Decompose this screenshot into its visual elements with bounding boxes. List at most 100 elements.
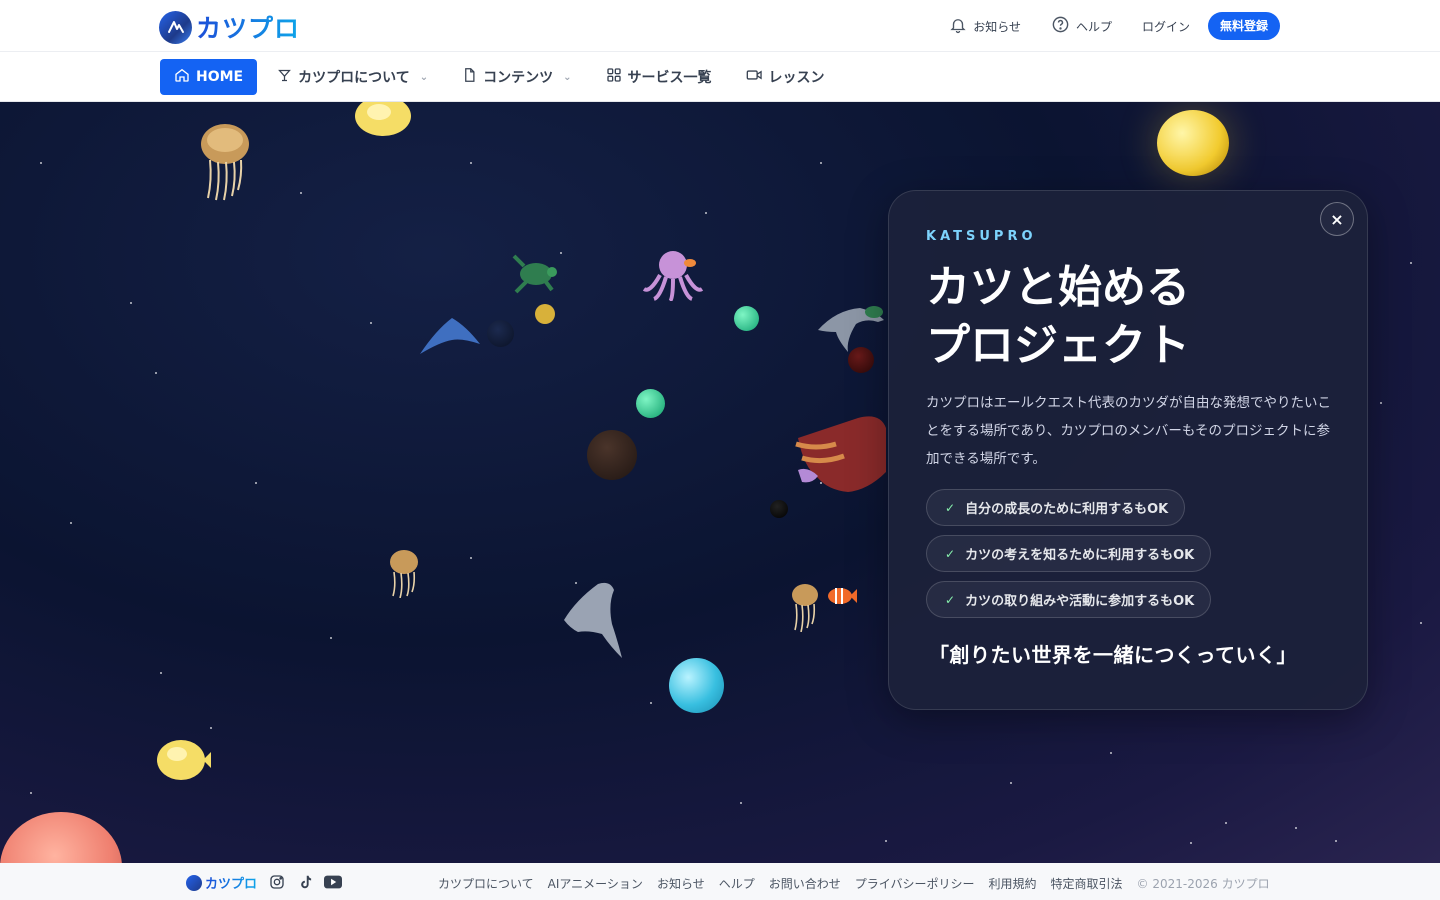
nav-item-about[interactable]: カツプロについて ⌄	[263, 59, 442, 95]
footer-link-contact[interactable]: お問い合わせ	[769, 875, 841, 892]
logo-mark-icon	[186, 874, 202, 891]
chevron-down-icon: ⌄	[563, 71, 572, 83]
cocktail-icon	[277, 68, 292, 87]
bell-icon	[949, 16, 967, 37]
blue-bubble	[669, 658, 724, 713]
star	[470, 162, 472, 164]
pufferfish	[533, 302, 557, 330]
benefit-label: カツの取り組みや活動に参加するもOK	[965, 594, 1195, 609]
green-bubble	[734, 306, 759, 331]
youtube-icon[interactable]	[324, 874, 342, 890]
benefit-pill: ✓ 自分の成長のために利用するもOK	[926, 489, 1186, 526]
help-link[interactable]: ヘルプ	[1051, 15, 1112, 37]
coral-creature	[788, 398, 888, 502]
instagram-icon[interactable]	[268, 874, 286, 890]
intro-card: × KATSUPRO カツと始める プロジェクト カツプロはエールクエスト代表の…	[888, 190, 1368, 710]
octopus	[640, 249, 706, 305]
yellow-bubble	[1157, 110, 1229, 176]
jellyfish	[198, 120, 252, 206]
footer-logo-text: カツプロ	[205, 873, 257, 892]
top-header: カツプロ お知らせ ヘルプ ログイン 無料登録	[0, 0, 1440, 52]
star	[820, 162, 822, 164]
hero-ocean-scene: × KATSUPRO カツと始める プロジェクト カツプロはエールクエスト代表の…	[0, 102, 1440, 863]
footer-link-ai-animation[interactable]: AIアニメーション	[548, 875, 643, 892]
nav-item-lessons[interactable]: レッスン	[732, 59, 839, 95]
card-title-line2: プロジェクト	[926, 320, 1190, 371]
star	[1380, 402, 1382, 404]
footer-logo[interactable]: カツプロ	[186, 873, 257, 892]
site-logo[interactable]: カツプロ	[159, 9, 300, 45]
jellyfish	[790, 582, 820, 636]
dark-bubble	[487, 320, 514, 347]
footer-links: カツプロについて AIアニメーション お知らせ ヘルプ お問い合わせ プライバシ…	[438, 875, 1270, 892]
check-icon: ✓	[945, 500, 956, 515]
star	[30, 792, 32, 794]
footer-link-news[interactable]: お知らせ	[657, 875, 705, 892]
star	[650, 702, 652, 704]
register-button[interactable]: 無料登録	[1207, 12, 1280, 40]
nav-item-label: サービス一覧	[627, 70, 712, 86]
close-button[interactable]: ×	[1320, 202, 1354, 236]
star	[370, 322, 372, 324]
star	[1335, 840, 1337, 842]
login-link[interactable]: ログイン	[1142, 18, 1190, 35]
nav-item-contents[interactable]: コンテンツ ⌄	[448, 59, 585, 95]
benefit-pill: ✓ カツの考えを知るために利用するもOK	[926, 535, 1212, 572]
footer-link-commerce-law[interactable]: 特定商取引法	[1051, 875, 1123, 892]
card-title: カツと始める プロジェクト	[926, 259, 1346, 375]
nav-item-home[interactable]: HOME	[160, 59, 258, 95]
nav-item-label: カツプロについて	[298, 70, 410, 86]
card-title-line1: カツと始める	[926, 262, 1190, 313]
footer-link-terms[interactable]: 利用規約	[989, 875, 1037, 892]
star	[160, 672, 162, 674]
logo-mark-icon	[159, 10, 192, 44]
nav-item-label: HOME	[196, 69, 244, 85]
star	[1410, 262, 1412, 264]
dolphin	[562, 580, 626, 664]
star	[70, 522, 72, 524]
notifications-link[interactable]: お知らせ	[949, 16, 1021, 37]
copyright: © 2021-2026 カツプロ	[1136, 877, 1270, 891]
star	[470, 557, 472, 559]
home-icon	[174, 67, 190, 87]
star	[1190, 842, 1192, 844]
pink-mushroom-jellyfish	[0, 812, 122, 863]
card-slogan: 「創りたい世界を一緒につくっていく」	[929, 643, 1297, 667]
main-nav: HOME カツプロについて ⌄ コンテンツ ⌄ サービス一覧 レッスン	[0, 53, 1440, 102]
jellyfish	[388, 548, 420, 602]
tiktok-icon[interactable]	[296, 874, 314, 890]
nav-item-services[interactable]: サービス一覧	[592, 59, 726, 95]
star	[740, 802, 742, 804]
star	[40, 162, 42, 164]
dolphin	[816, 300, 886, 358]
dark-bubble	[587, 430, 637, 480]
star	[330, 637, 332, 639]
pufferfish	[155, 738, 211, 788]
star	[1225, 822, 1227, 824]
star	[705, 212, 707, 214]
footer-link-about[interactable]: カツプロについて	[438, 875, 534, 892]
sea-turtle	[512, 252, 560, 298]
chevron-down-icon: ⌄	[419, 71, 429, 83]
footer-link-privacy[interactable]: プライバシーポリシー	[855, 875, 975, 892]
manta-ray	[416, 310, 482, 360]
site-footer: カツプロ カツプロについて AIアニメーション お知らせ ヘルプ お問い合わせ …	[0, 863, 1440, 900]
nav-item-label: コンテンツ	[483, 70, 554, 86]
clownfish	[826, 584, 858, 612]
check-icon: ✓	[945, 592, 956, 607]
header-links: お知らせ ヘルプ ログイン 無料登録	[949, 12, 1280, 40]
footer-link-help[interactable]: ヘルプ	[719, 875, 755, 892]
star	[255, 482, 257, 484]
green-bubble	[636, 389, 665, 418]
logo-text: カツプロ	[196, 9, 300, 45]
star	[130, 302, 132, 304]
social-links	[268, 874, 342, 890]
benefit-label: 自分の成長のために利用するもOK	[965, 502, 1169, 517]
star	[210, 727, 212, 729]
pufferfish	[353, 102, 413, 142]
dark-bubble	[770, 500, 788, 518]
star	[300, 192, 302, 194]
help-label: ヘルプ	[1075, 19, 1112, 34]
card-description: カツプロはエールクエスト代表のカツダが自由な発想でやりたいことをする場所であり、…	[926, 395, 1331, 467]
benefit-list: ✓ 自分の成長のために利用するもOK ✓ カツの考えを知るために利用するもOK …	[926, 489, 1212, 627]
